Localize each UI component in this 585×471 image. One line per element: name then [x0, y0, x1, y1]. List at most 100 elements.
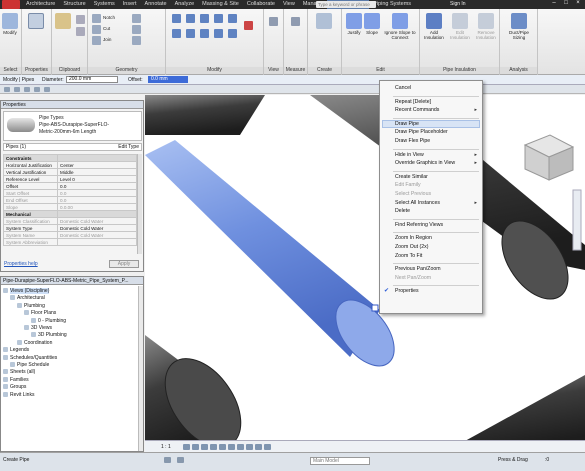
menu-item[interactable]: Select All Instances [395, 200, 440, 206]
browser-node[interactable]: Legends [3, 347, 67, 354]
browser-node[interactable]: Architectural [3, 295, 67, 302]
property-value[interactable]: 0.0 [57, 182, 137, 190]
array-icon[interactable] [228, 29, 237, 38]
add-insulation-button[interactable]: Add Insulation [422, 13, 446, 40]
menu-item[interactable]: Recent Commands [395, 107, 439, 113]
menu-item[interactable]: Cancel [395, 85, 411, 91]
ribbon-tab[interactable]: Piping Systems [369, 0, 415, 9]
ribbon-tab[interactable]: Annotate [141, 0, 171, 9]
qa-undo-icon[interactable] [24, 87, 30, 92]
remove-insulation-button[interactable]: Remove Insulation [474, 13, 498, 40]
menu-item[interactable]: Override Graphics in View [395, 160, 455, 166]
justify-button[interactable]: Justify [345, 13, 363, 35]
browser-node[interactable]: Families [3, 376, 67, 384]
close-icon[interactable]: × [573, 0, 583, 8]
property-row[interactable]: Start Offset 0.0 [3, 189, 137, 197]
worksets-icon[interactable] [164, 457, 171, 463]
ribbon-tab[interactable]: Massing & Site [198, 0, 243, 9]
property-row[interactable]: Vertical Justification Middle [3, 168, 137, 176]
mirror-axis-icon[interactable] [200, 14, 209, 23]
rotate-icon[interactable] [200, 29, 209, 38]
split-face-icon[interactable] [132, 25, 141, 34]
hide-in-view-icon[interactable] [269, 17, 278, 26]
browser-node[interactable]: 0 - Plumbing [3, 317, 67, 325]
browser-node[interactable]: 3D Views [3, 325, 67, 332]
browser-node[interactable]: Revit Links [3, 391, 67, 399]
application-menu-button[interactable] [2, 0, 20, 9]
trim-icon[interactable] [214, 29, 223, 38]
browser-node[interactable]: Floor Plans [3, 310, 67, 317]
split-icon[interactable] [228, 14, 237, 23]
ribbon-tab[interactable]: Architecture [22, 0, 59, 9]
qa-print-icon[interactable] [44, 87, 50, 92]
browser-node[interactable]: Schedules/Quantities [3, 354, 67, 362]
properties-scrollbar[interactable] [137, 154, 142, 254]
ribbon-tab[interactable]: Systems [90, 0, 119, 9]
property-value[interactable]: Middle [57, 168, 137, 176]
wall-joins-icon[interactable] [132, 14, 141, 23]
view-cube-icon[interactable] [523, 134, 575, 181]
paint-icon[interactable] [132, 36, 141, 45]
property-row[interactable]: End Offset 0.0 [3, 196, 137, 204]
browser-node[interactable]: 3D Plumbing [3, 332, 67, 339]
menu-item[interactable]: Zoom Out (2x) [395, 244, 428, 250]
modify-button[interactable]: Modify [2, 13, 18, 35]
crop-icon[interactable] [228, 444, 235, 450]
pipe-selected[interactable] [145, 140, 406, 376]
pipe-top-left[interactable] [145, 95, 265, 135]
browser-node[interactable]: Sheets (all) [3, 369, 67, 376]
property-row[interactable]: Slope 0.0.00 [3, 203, 137, 211]
menu-item[interactable]: Create Similar [395, 174, 428, 180]
visual-style-icon[interactable] [192, 444, 199, 450]
ribbon-tab[interactable]: Structure [59, 0, 89, 9]
instance-filter-select[interactable]: Pipes (1) Edit Type [3, 143, 142, 151]
sign-in-link[interactable]: Sign In [450, 1, 466, 7]
menu-item[interactable]: Draw Pipe [395, 121, 419, 127]
property-row[interactable]: System Classification Domestic Cold Water [3, 217, 137, 225]
menu-item[interactable]: Zoom In Region [395, 235, 432, 241]
property-value[interactable]: Center [57, 161, 137, 169]
browser-node[interactable]: Plumbing [3, 302, 67, 310]
offset-icon[interactable] [186, 14, 195, 23]
render-icon[interactable] [219, 444, 226, 450]
sun-path-icon[interactable] [201, 444, 208, 450]
menu-item[interactable]: Properties [395, 288, 419, 294]
property-row[interactable]: System Abbreviation [3, 238, 137, 246]
offset-input[interactable]: 0.0 mm [148, 76, 188, 83]
delete-icon[interactable] [244, 21, 253, 30]
property-section[interactable]: Mechanical [3, 210, 137, 218]
ribbon-tab[interactable]: Collaborate [243, 0, 279, 9]
menu-item[interactable]: Draw Pipe Placeholder [395, 129, 448, 135]
property-value[interactable]: Domestic Cold Water [57, 224, 137, 232]
duct-pipe-sizing-button[interactable]: Duct/Pipe Sizing [504, 13, 534, 40]
qa-save-icon[interactable] [14, 87, 20, 92]
qa-redo-icon[interactable] [34, 87, 40, 92]
move-icon[interactable] [172, 29, 181, 38]
type-selector[interactable]: Pipe Types Pipe-ABS-Durapipe-SuperFLO- M… [3, 111, 142, 141]
cut-label[interactable]: Cut [103, 26, 110, 31]
press-drag-toggle[interactable]: Press & Drag [498, 457, 528, 463]
property-row[interactable]: System Name Domestic Cold Water [3, 231, 137, 239]
copy-icon[interactable] [76, 27, 85, 36]
slope-button[interactable]: Slope [364, 13, 380, 35]
drawing-canvas[interactable] [145, 95, 585, 452]
menu-item[interactable]: Delete [395, 208, 410, 214]
shadows-icon[interactable] [210, 444, 217, 450]
apply-button[interactable]: Apply [109, 260, 139, 268]
menu-item[interactable]: Draw Flex Pipe [395, 138, 430, 144]
cut-geometry-icon[interactable] [92, 25, 101, 34]
browser-node[interactable]: Pipe Schedule [3, 362, 67, 369]
property-section[interactable]: Constraints [3, 154, 137, 162]
reveal-hidden-icon[interactable] [264, 444, 271, 450]
ignore-slope-button[interactable]: Ignore Slope to Connect [382, 13, 418, 40]
join-icon[interactable] [92, 36, 101, 45]
search-input[interactable]: Type a keyword or phrase [316, 1, 376, 8]
maximize-icon[interactable]: □ [561, 0, 571, 8]
browser-scrollbar[interactable] [138, 286, 143, 451]
detail-level-icon[interactable] [183, 444, 190, 450]
temp-hide-icon[interactable] [255, 444, 262, 450]
properties-button[interactable] [28, 13, 44, 30]
browser-node[interactable]: Groups [3, 384, 67, 391]
properties-help-link[interactable]: Properties help [4, 261, 38, 267]
cut-icon[interactable] [76, 15, 85, 24]
